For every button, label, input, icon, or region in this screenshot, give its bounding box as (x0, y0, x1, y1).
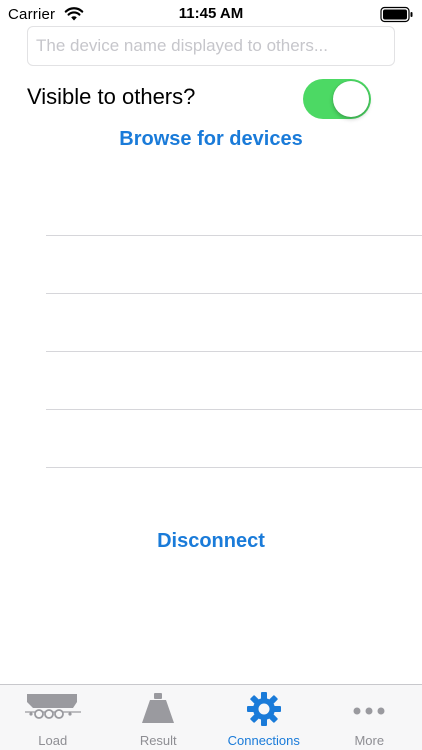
gear-icon (246, 692, 281, 726)
device-row[interactable] (0, 178, 422, 236)
disconnect-button[interactable]: Disconnect (0, 530, 422, 553)
browse-devices-button[interactable]: Browse for devices (0, 128, 422, 151)
tab-load[interactable]: Load (0, 685, 106, 750)
toggle-knob (333, 81, 369, 117)
tab-connections[interactable]: Connections (211, 685, 317, 750)
tab-bar: Load Result Connections More (0, 684, 422, 750)
battery-icon (380, 6, 413, 23)
device-list (0, 178, 422, 470)
tab-label: Load (38, 733, 68, 748)
visibility-toggle[interactable] (303, 79, 371, 119)
device-name-input[interactable] (27, 26, 395, 66)
trailer-icon (24, 694, 81, 719)
device-row[interactable] (0, 236, 422, 294)
tab-label: Connections (227, 733, 300, 748)
device-row[interactable] (0, 352, 422, 410)
tab-more[interactable]: More (317, 685, 422, 750)
tab-label: More (354, 733, 385, 748)
device-row[interactable] (0, 294, 422, 352)
weight-icon (142, 693, 175, 723)
visible-to-others-label: Visible to others? (27, 84, 196, 109)
tab-result[interactable]: Result (106, 685, 212, 750)
tab-label: Result (139, 733, 177, 748)
status-time: 11:45 AM (178, 5, 244, 22)
device-row[interactable] (0, 410, 422, 468)
row-separator (46, 467, 422, 468)
more-dots-icon (353, 707, 385, 715)
